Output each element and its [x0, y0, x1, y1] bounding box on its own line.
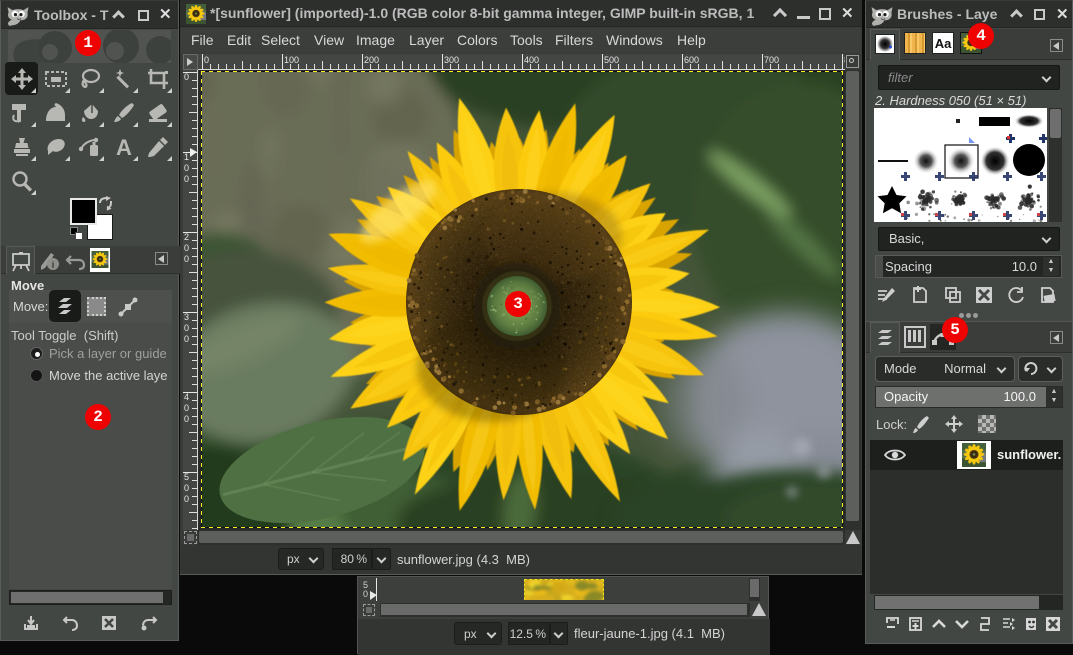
- svg-text:i: i: [52, 260, 55, 270]
- svg-text:A: A: [116, 135, 132, 159]
